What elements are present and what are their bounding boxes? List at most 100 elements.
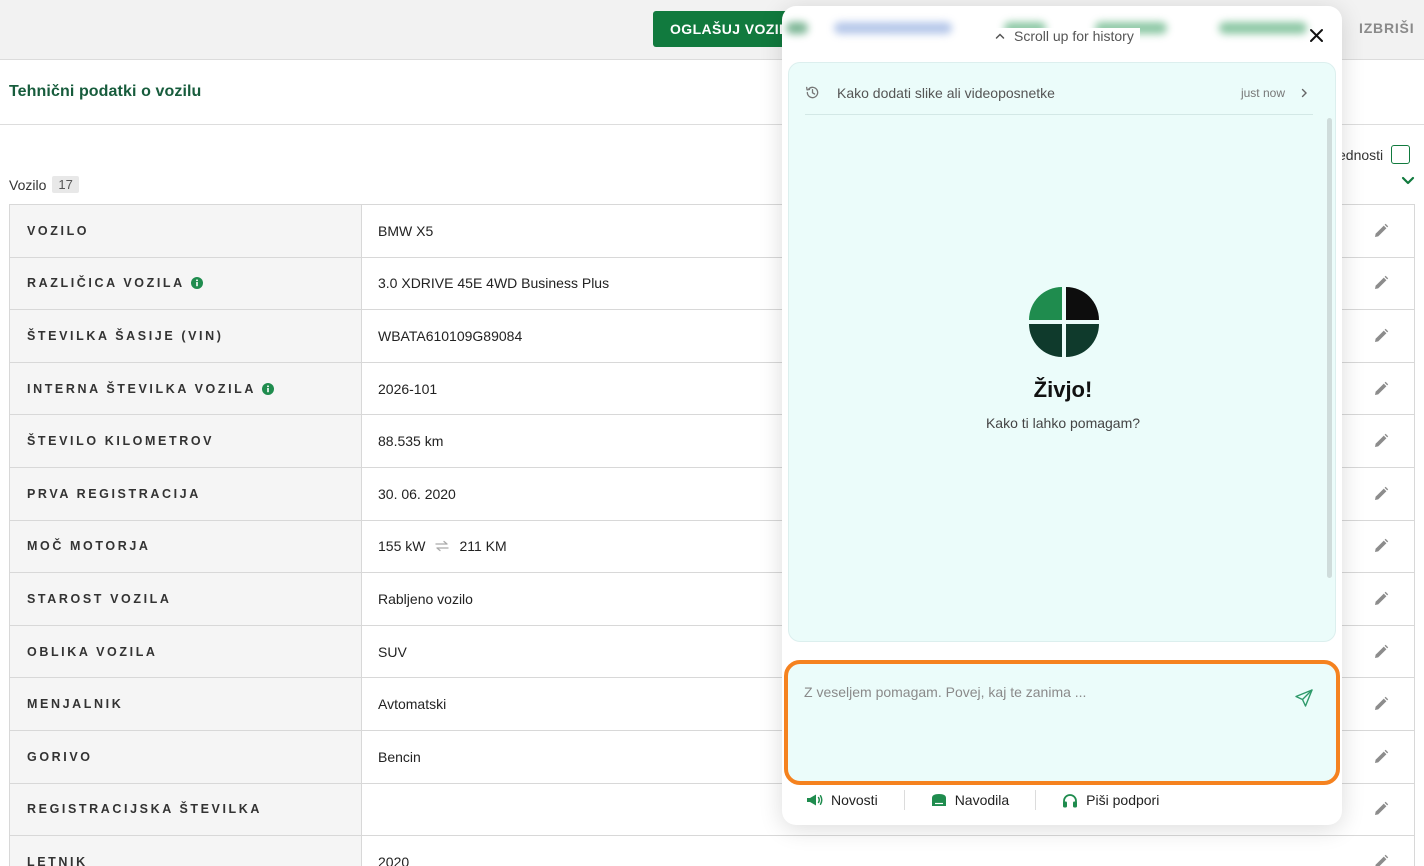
support-link[interactable]: Piši podpori — [1062, 792, 1159, 808]
edit-icon[interactable] — [1373, 433, 1389, 449]
spec-label-text: MENJALNIK — [27, 697, 124, 712]
spec-value-text: WBATA610109G89084 — [378, 327, 523, 344]
group-label: Vozilo 17 — [9, 176, 79, 193]
greeting-subtitle: Kako ti lahko pomagam? — [985, 415, 1141, 431]
swap-icon[interactable] — [435, 539, 450, 553]
spec-label-text: MOČ MOTORJA — [27, 539, 151, 554]
spec-label: VOZILO — [10, 205, 362, 257]
history-icon — [806, 86, 819, 99]
spec-label: OBLIKA VOZILA — [10, 625, 362, 678]
spec-label: MENJALNIK — [10, 678, 362, 730]
chat-header: Scroll up for history — [782, 6, 1342, 62]
values-toggle[interactable]: ednosti — [1338, 145, 1411, 164]
spec-label: INTERNA ŠTEVILKA VOZILA — [10, 362, 362, 415]
spec-label: ŠTEVILKA ŠASIJE (VIN) — [10, 310, 362, 362]
chat-input-container — [784, 660, 1340, 785]
values-toggle-label: ednosti — [1338, 146, 1384, 163]
spec-row: LETNIK 2020 — [9, 836, 1415, 866]
blurred-tab — [834, 22, 952, 34]
spec-label: LETNIK — [10, 836, 362, 866]
spec-value-text: 3.0 XDRIVE 45E 4WD Business Plus — [378, 275, 610, 292]
chat-widget: Scroll up for history Kako dodati slike … — [782, 6, 1342, 825]
spec-label-text: VOZILO — [27, 223, 90, 238]
edit-icon[interactable] — [1373, 223, 1389, 239]
spec-value-text: Avtomatski — [378, 696, 447, 713]
chevron-down-icon[interactable] — [1401, 174, 1415, 188]
spec-value-text: SUV — [378, 643, 407, 660]
history-item-title: Kako dodati slike ali videoposnetke — [837, 84, 1055, 101]
close-icon[interactable] — [1308, 27, 1325, 44]
spec-label-text: INTERNA ŠTEVILKA VOZILA — [27, 381, 257, 396]
edit-icon[interactable] — [1373, 591, 1389, 607]
chat-body: Kako dodati slike ali videoposnetke just… — [788, 62, 1336, 642]
spec-label-text: REGISTRACIJSKA ŠTEVILKA — [27, 802, 263, 817]
spec-label: GORIVO — [10, 730, 362, 783]
book-icon — [931, 794, 946, 806]
spec-label-text: RAZLIČICA VOZILA — [27, 276, 185, 291]
group-count-badge: 17 — [52, 176, 79, 193]
chat-footer: Novosti Navodila Piši podpori — [782, 789, 1342, 811]
info-icon[interactable] — [262, 382, 275, 395]
spec-label-text: PRVA REGISTRACIJA — [27, 486, 201, 501]
spec-label: MOČ MOTORJA — [10, 520, 362, 573]
chevron-right-icon — [1301, 88, 1307, 97]
spec-label: PRVA REGISTRACIJA — [10, 467, 362, 520]
edit-icon[interactable] — [1373, 801, 1389, 817]
chevron-up-icon — [995, 33, 1005, 39]
brand-logo — [1029, 287, 1099, 357]
spec-label-text: GORIVO — [27, 749, 93, 764]
spec-label: STAROST VOZILA — [10, 573, 362, 625]
spec-value-text: Bencin — [378, 748, 421, 765]
spec-label: RAZLIČICA VOZILA — [10, 257, 362, 310]
spec-label: REGISTRACIJSKA ŠTEVILKA — [10, 783, 362, 836]
spec-label-text: ŠTEVILKA ŠASIJE (VIN) — [27, 328, 224, 343]
edit-icon[interactable] — [1373, 328, 1389, 344]
spec-value-text: Rabljeno vozilo — [378, 590, 473, 607]
blurred-tab — [786, 22, 808, 34]
spec-label-text: OBLIKA VOZILA — [27, 644, 158, 659]
headset-icon — [1063, 793, 1078, 807]
footer-separator — [1035, 790, 1037, 810]
spec-value-text: 30. 06. 2020 — [378, 485, 456, 502]
spec-value: 2020 — [362, 836, 1414, 866]
spec-label-text: LETNIK — [27, 854, 88, 866]
section-title: Tehnični podatki o vozilu — [9, 83, 202, 100]
guides-link[interactable]: Navodila — [931, 792, 1009, 808]
spec-label-text: ŠTEVILO KILOMETROV — [27, 434, 215, 449]
spec-value-text: 155 kW — [378, 538, 426, 555]
megaphone-icon — [807, 794, 823, 806]
spec-label: ŠTEVILO KILOMETROV — [10, 415, 362, 467]
edit-icon[interactable] — [1373, 644, 1389, 660]
info-icon[interactable] — [190, 277, 203, 290]
edit-icon[interactable] — [1373, 696, 1389, 712]
chat-input[interactable] — [804, 684, 1274, 700]
news-link[interactable]: Novosti — [806, 792, 878, 808]
edit-icon[interactable] — [1373, 486, 1389, 502]
news-link-label: Novosti — [831, 792, 878, 808]
send-icon[interactable] — [1294, 688, 1314, 708]
values-checkbox[interactable] — [1391, 145, 1411, 164]
scroll-for-history[interactable]: Scroll up for history — [989, 28, 1140, 44]
history-item[interactable]: Kako dodati slike ali videoposnetke just… — [805, 71, 1313, 115]
footer-separator — [903, 790, 905, 810]
history-item-time: just now — [1240, 85, 1285, 100]
spec-value-text: 2020 — [378, 853, 410, 866]
edit-icon[interactable] — [1373, 854, 1389, 866]
scroll-hint-label: Scroll up for history — [1014, 28, 1134, 44]
edit-icon[interactable] — [1373, 381, 1389, 397]
delete-button[interactable]: IZBRIŠI — [1359, 20, 1414, 36]
spec-value-text: BMW X5 — [378, 222, 434, 239]
spec-value-text: 88.535 km — [378, 433, 444, 450]
edit-icon[interactable] — [1373, 749, 1389, 765]
greeting-title: Živjo! — [1033, 377, 1093, 402]
chat-scrollbar[interactable] — [1327, 118, 1332, 578]
guides-link-label: Navodila — [954, 792, 1010, 808]
spec-value-secondary: 211 KM — [459, 538, 507, 555]
group-label-text: Vozilo — [9, 176, 47, 193]
edit-icon[interactable] — [1373, 275, 1389, 291]
spec-value-text: 2026-101 — [378, 380, 438, 397]
blurred-tab — [1219, 22, 1307, 34]
edit-icon[interactable] — [1373, 538, 1389, 554]
support-link-label: Piši podpori — [1086, 792, 1160, 808]
spec-label-text: STAROST VOZILA — [27, 591, 172, 606]
